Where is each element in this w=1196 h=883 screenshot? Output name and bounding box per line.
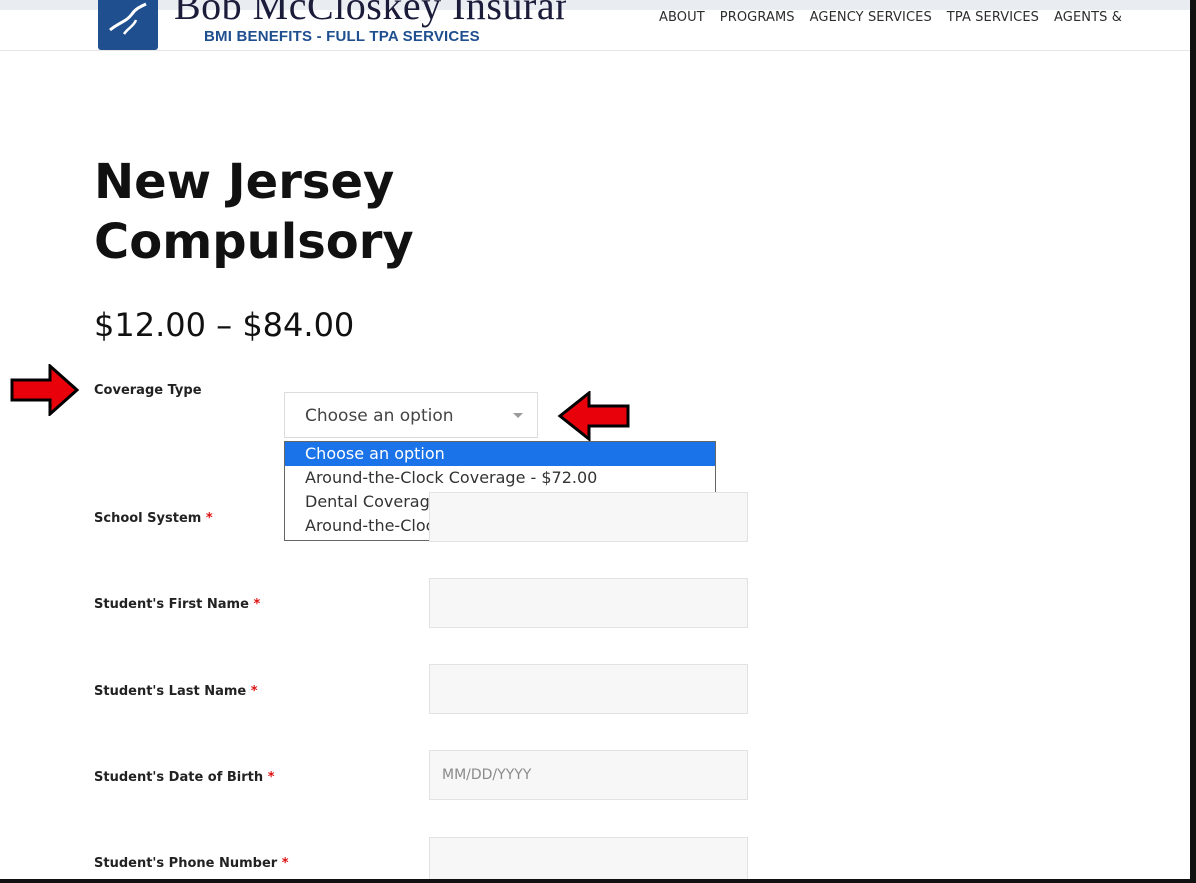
logo-icon [98,0,158,50]
logo-subtitle: BMI BENEFITS - FULL TPA SERVICES [204,28,480,45]
logo-company-name: Bob McCloskey Insurance [174,0,566,28]
phone-label-text: Student's Phone Number [94,856,278,871]
nav-about[interactable]: ABOUT [659,10,705,25]
first-name-field[interactable] [429,578,748,628]
last-name-label-text: Student's Last Name [94,684,247,699]
required-asterisk: * [250,684,258,699]
coverage-type-selected-value: Choose an option [305,406,454,426]
nav-agents[interactable]: AGENTS & [1054,10,1122,25]
dob-label: Student's Date of Birth * [94,770,275,785]
nav-programs[interactable]: PROGRAMS [720,10,795,25]
required-asterisk: * [281,856,289,871]
frame-border-right [1190,0,1196,883]
annotation-arrow-left-icon [557,391,630,441]
required-asterisk: * [253,597,261,612]
annotation-arrow-right-icon [10,364,80,416]
school-system-label-text: School System [94,511,202,526]
required-asterisk: * [267,770,275,785]
nav-agency-services[interactable]: AGENCY SERVICES [810,10,932,25]
phone-label: Student's Phone Number * [94,856,289,871]
phone-field[interactable] [429,837,748,883]
page-title: New Jersey Compulsory [94,154,414,270]
price-range: $12.00 – $84.00 [94,306,355,344]
coverage-option-around-the-clock[interactable]: Around-the-Clock Coverage - $72.00 [285,466,715,490]
site-logo[interactable]: Bob McCloskey Insurance BMI BENEFITS - F… [96,0,566,50]
coverage-option-choose[interactable]: Choose an option [285,442,715,466]
required-asterisk: * [205,511,213,526]
first-name-label: Student's First Name * [94,597,260,612]
coverage-type-select[interactable]: Choose an option [284,392,538,438]
dob-field[interactable] [429,750,748,800]
last-name-field[interactable] [429,664,748,714]
school-system-label: School System * [94,511,213,526]
dob-label-text: Student's Date of Birth [94,770,264,785]
main-nav: ABOUT PROGRAMS AGENCY SERVICES TPA SERVICES… [659,8,1137,26]
last-name-label: Student's Last Name * [94,684,258,699]
coverage-type-label: Coverage Type [94,383,202,398]
coverage-type-label-text: Coverage Type [94,383,202,398]
chevron-down-icon [513,413,523,418]
nav-tpa-services[interactable]: TPA SERVICES [947,10,1039,25]
frame-border-bottom [0,879,1196,883]
site-header: Bob McCloskey Insurance BMI BENEFITS - F… [0,0,1190,51]
first-name-label-text: Student's First Name [94,597,249,612]
school-system-field[interactable] [429,492,748,542]
